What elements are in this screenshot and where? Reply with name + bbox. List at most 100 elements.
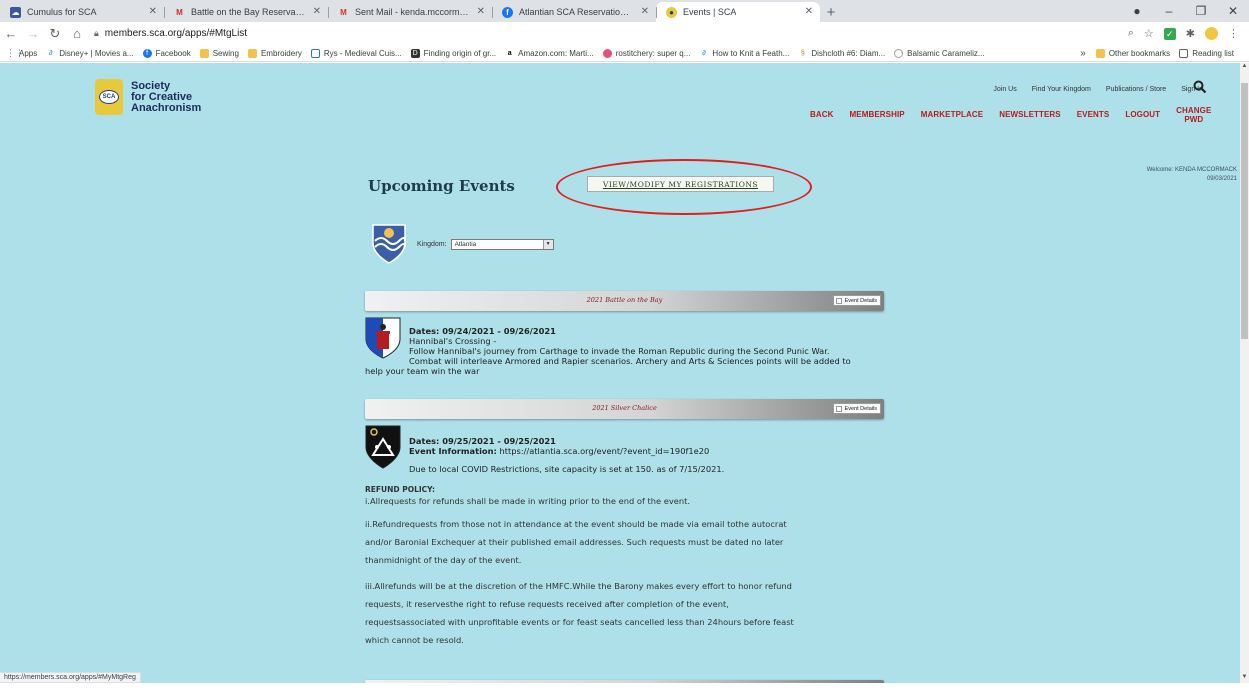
tab-cumulus[interactable]: ☁ Cumulus for SCA ✕: [0, 2, 164, 22]
lock-icon[interactable]: 🔒︎: [94, 28, 99, 39]
back-arrow-icon[interactable]: ←: [0, 26, 22, 41]
badge-text: SCA: [99, 90, 119, 104]
reload-icon[interactable]: ↻: [44, 26, 66, 42]
extensions-puzzle-icon[interactable]: ✱: [1186, 27, 1195, 40]
tab-events-sca[interactable]: ● Events | SCA ✕: [656, 2, 820, 22]
nav-marketplace[interactable]: MARKETPLACE: [921, 110, 983, 124]
folder-icon: [247, 48, 257, 58]
view-modify-registrations-button[interactable]: VIEW/MODIFY MY REGISTRATIONS: [587, 176, 774, 192]
publications-link[interactable]: Publications / Store: [1106, 86, 1166, 93]
top-links: Join Us Find Your Kingdom Publications /…: [993, 86, 1203, 93]
sca-icon: ●: [666, 6, 677, 18]
event-dates: Dates: 09/25/2021 - 09/25/2021: [409, 436, 556, 446]
facebook-icon: f: [142, 48, 152, 58]
home-icon[interactable]: ⌂: [66, 26, 88, 41]
event-info-link[interactable]: https://atlantia.sca.org/event/?event_id…: [499, 446, 709, 456]
bookmark-finding-origin[interactable]: D Finding origin of gr...: [410, 48, 497, 58]
nav-events[interactable]: EVENTS: [1077, 110, 1110, 124]
star-icon[interactable]: ☆: [1144, 27, 1154, 40]
apps-grid-icon: ⋮⋮: [6, 47, 24, 58]
bookmark-dishcloth[interactable]: § Dishcloth #6: Diam...: [798, 49, 885, 58]
forward-arrow-icon[interactable]: →: [22, 26, 44, 41]
close-icon[interactable]: ✕: [477, 6, 485, 17]
atlantia-shield-icon: [372, 224, 406, 264]
address-bar[interactable]: 🔒︎ members.sca.org/apps/#MtgList: [94, 28, 1128, 39]
policy-line: i.Allrequests for refunds shall be made …: [365, 496, 691, 506]
event-details-button[interactable]: Event Details: [832, 403, 881, 414]
url-text[interactable]: members.sca.org/apps/#MtgList: [105, 28, 247, 39]
sca-logo[interactable]: SCA Society for Creative Anachronism: [95, 79, 201, 115]
avatar[interactable]: [1205, 27, 1218, 40]
bookmark-label: Other bookmarks: [1108, 48, 1171, 58]
nav-newsletters[interactable]: NEWSLETTERS: [999, 110, 1061, 124]
bookmarks-overflow-button[interactable]: »: [1080, 48, 1086, 59]
bookmark-amazon[interactable]: a Amazon.com: Marti...: [505, 49, 594, 58]
close-icon[interactable]: ✕: [805, 6, 813, 17]
globe-icon: [602, 48, 612, 58]
chevron-down-icon[interactable]: ▼: [542, 239, 553, 249]
address-toolbar: ← → ↻ ⌂ 🔒︎ members.sca.org/apps/#MtgList…: [0, 22, 1249, 45]
policy-line: which cannot be resold.: [365, 635, 464, 645]
bookmark-rostitchery[interactable]: rostitchery: super q...: [602, 48, 690, 58]
scroll-thumb[interactable]: [1241, 83, 1248, 339]
bookmark-label: Finding origin of gr...: [423, 48, 497, 58]
other-bookmarks[interactable]: Other bookmarks: [1095, 48, 1171, 58]
find-kingdom-link[interactable]: Find Your Kingdom: [1032, 86, 1091, 93]
logo-name: Society for Creative Anachronism: [131, 79, 202, 114]
bookmark-sewing[interactable]: Sewing: [199, 48, 239, 58]
folder-icon: [1095, 48, 1105, 58]
tab-strip: ☁ Cumulus for SCA ✕ M Battle on the Bay …: [0, 0, 1249, 22]
bookmark-facebook[interactable]: f Facebook: [142, 48, 191, 58]
nav-back[interactable]: BACK: [810, 110, 834, 124]
bookmark-balsamic[interactable]: Balsamic Carameliz...: [894, 48, 985, 58]
close-icon[interactable]: ✕: [149, 6, 157, 17]
refund-heading: REFUND POLICY:: [365, 485, 435, 494]
profile-indicator-icon[interactable]: ●: [1121, 4, 1153, 18]
tab-atlantian-reservation[interactable]: f Atlantian SCA Reservation System ✕: [492, 2, 656, 22]
minimize-icon[interactable]: –: [1153, 4, 1185, 18]
logo-line: Anachronism: [131, 101, 202, 114]
pattern-icon: §: [800, 49, 805, 57]
policy-line: and/or Baronial Exchequer at their publi…: [365, 537, 784, 547]
toolbar-actions: ⌕ ☆ ✓ ✱ ⋮: [1128, 27, 1249, 40]
scroll-up-icon[interactable]: ▲: [1240, 63, 1249, 72]
window-bottom-edge: [0, 683, 1249, 694]
new-tab-button[interactable]: +: [820, 2, 842, 22]
join-us-link[interactable]: Join Us: [993, 86, 1016, 93]
event-details-button[interactable]: Event Details: [832, 295, 881, 306]
button-label: Event Details: [844, 297, 877, 304]
close-icon[interactable]: ✕: [313, 6, 321, 17]
bookmark-rys[interactable]: Rys - Medieval Cuis...: [310, 48, 402, 58]
refund-paragraph: i.Allrequests for refunds shall be made …: [365, 495, 885, 507]
kingdom-label: Kingdom:: [417, 240, 447, 248]
event-note: Due to local COVID Restrictions, site ca…: [409, 464, 725, 474]
details-icon: [835, 405, 842, 412]
nav-membership[interactable]: MEMBERSHIP: [850, 110, 905, 124]
policy-line: ii.Refundrequests from those not in atte…: [365, 519, 787, 529]
close-window-icon[interactable]: ✕: [1217, 4, 1249, 18]
event-dates: Dates: 09/24/2021 - 09/26/2021: [409, 326, 556, 336]
kingdom-select[interactable]: Atlantia ▼: [450, 238, 554, 250]
bookmark-disney[interactable]: ∂ Disney+ | Movies a...: [46, 49, 134, 58]
page-scrollbar[interactable]: ▲ ▼: [1240, 63, 1249, 683]
scroll-down-icon[interactable]: ▼: [1240, 674, 1249, 683]
reading-list[interactable]: Reading list: [1179, 48, 1234, 58]
refund-policy: REFUND POLICY: i.Allrequests for refunds…: [365, 484, 885, 649]
logo-line: Society: [131, 79, 171, 92]
bookmark-label: Facebook: [155, 48, 191, 58]
zoom-icon[interactable]: ⌕: [1128, 27, 1134, 40]
restore-icon[interactable]: ❐: [1185, 4, 1217, 18]
tab-battle-on-the-bay[interactable]: M Battle on the Bay Reservation - ѕс ✕: [164, 2, 328, 22]
search-icon[interactable]: [1193, 80, 1207, 94]
nav-logout[interactable]: LOGOUT: [1125, 110, 1160, 124]
nav-change-pwd[interactable]: CHANGE PWD: [1176, 106, 1211, 124]
tab-sent-mail[interactable]: M Sent Mail - kenda.mccormack@ ✕: [328, 2, 492, 22]
close-icon[interactable]: ✕: [641, 6, 649, 17]
bookmark-knit[interactable]: ∂ How to Knit a Feath...: [699, 49, 789, 58]
event-description: help your team win the war: [365, 366, 480, 376]
bookmark-embroidery[interactable]: Embroidery: [247, 48, 302, 58]
current-date: 09/03/2021: [1206, 176, 1237, 182]
extension-check-icon[interactable]: ✓: [1163, 27, 1176, 40]
menu-dots-icon[interactable]: ⋮: [1228, 27, 1239, 40]
bookmark-apps[interactable]: ⋮⋮ Apps: [6, 47, 37, 58]
